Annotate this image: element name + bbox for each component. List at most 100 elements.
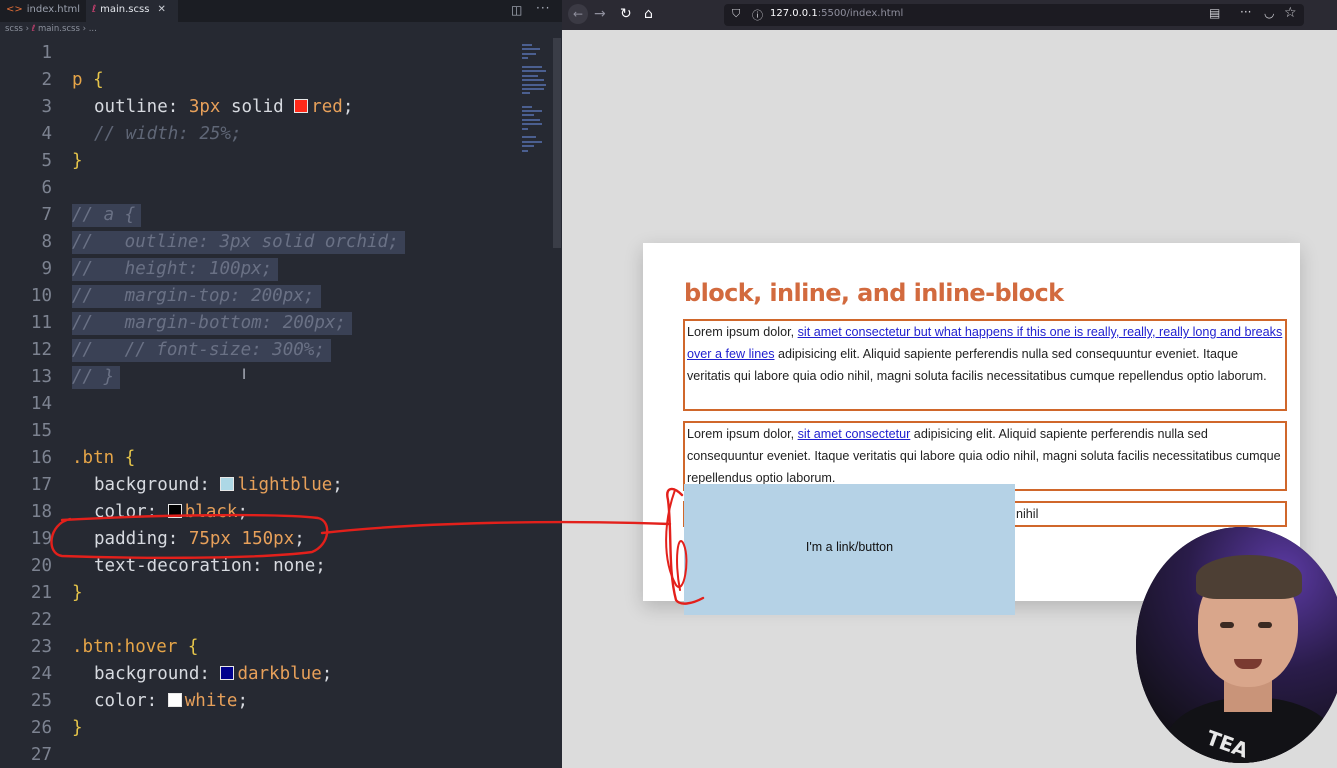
breadcrumb-file[interactable]: main.scss — [38, 24, 80, 34]
code-line[interactable]: 2 p { — [0, 67, 520, 94]
back-arrow-icon[interactable]: ← — [568, 4, 588, 24]
minimap[interactable] — [518, 38, 554, 168]
code-line[interactable]: 7 // a { — [0, 202, 520, 229]
breadcrumb-folder[interactable]: scss — [5, 24, 23, 34]
paragraph-text: Lorem ipsum dolor, — [687, 427, 798, 441]
line-number: 12 — [30, 340, 52, 360]
code-line[interactable]: 11 // margin-bottom: 200px; — [0, 310, 520, 337]
minimap-line — [522, 66, 542, 68]
color-swatch-icon[interactable] — [294, 99, 309, 113]
browser-toolbar: ← → ↻ ⌂ ⛉ ⓘ 127.0.0.1:5500/index.html ▤ … — [562, 0, 1337, 30]
code-editor[interactable]: <> index.html ℓ main.scss ✕ ◫ ··· scss › ℓ … — [0, 0, 562, 768]
forward-arrow-icon[interactable]: → — [594, 6, 606, 22]
presenter-eye — [1220, 622, 1234, 628]
line-number: 17 — [30, 475, 52, 495]
code-text: .btn:hover { — [72, 637, 199, 657]
info-icon[interactable]: ⓘ — [752, 7, 763, 23]
inline-link[interactable]: sit amet consectetur — [798, 427, 911, 441]
minimap-line — [522, 52, 536, 55]
minimap-line — [522, 123, 542, 126]
code-line[interactable]: 23 .btn:hover { — [0, 634, 520, 661]
reload-icon[interactable]: ↻ — [620, 6, 632, 22]
code-text: background: lightblue; — [94, 475, 343, 495]
minimap-line — [522, 44, 532, 46]
pocket-icon[interactable]: ◡ — [1264, 6, 1274, 20]
color-swatch-icon[interactable] — [220, 666, 235, 680]
code-line[interactable]: 24 background: darkblue; — [0, 661, 520, 688]
reader-view-icon[interactable]: ▤ — [1209, 6, 1220, 20]
line-number: 21 — [30, 583, 52, 603]
page-heading: block, inline, and inline-block — [684, 279, 1064, 307]
breadcrumb-tail[interactable]: ... — [89, 24, 97, 34]
color-swatch-icon[interactable] — [220, 477, 235, 491]
code-text: // margin-bottom: 200px; — [72, 313, 346, 333]
color-swatch-icon[interactable] — [167, 693, 182, 707]
code-text: // a { — [72, 205, 136, 225]
code-line[interactable]: 14 — [0, 391, 520, 418]
minimap-line — [522, 92, 530, 95]
code-text: text-decoration: none; — [94, 556, 326, 576]
line-number: 19 — [30, 529, 52, 549]
line-number: 14 — [30, 394, 52, 414]
code-line[interactable]: 5} — [0, 148, 520, 175]
minimap-line — [522, 118, 540, 121]
code-line[interactable]: 15 — [0, 418, 520, 445]
presenter-eye — [1258, 622, 1272, 628]
code-line[interactable]: 8 // outline: 3px solid orchid; — [0, 229, 520, 256]
code-line[interactable]: 10 // margin-top: 200px; — [0, 283, 520, 310]
line-number: 10 — [30, 286, 52, 306]
code-text: // // font-size: 300%; — [72, 340, 325, 360]
code-line[interactable]: 3 outline: 3px solid red; — [0, 94, 520, 121]
minimap-line — [522, 149, 528, 152]
code-line[interactable]: 6 — [0, 175, 520, 202]
editor-scrollbar[interactable] — [553, 38, 561, 248]
paragraph-text: nihil — [1016, 507, 1039, 521]
color-swatch-icon[interactable] — [167, 504, 182, 518]
sass-file-icon: ℓ — [31, 24, 36, 34]
code-line[interactable]: 20 text-decoration: none; — [0, 553, 520, 580]
line-number: 26 — [30, 718, 52, 738]
code-line[interactable]: 21} — [0, 580, 520, 607]
line-number: 2 — [41, 70, 52, 90]
code-text: // margin-top: 200px; — [72, 286, 315, 306]
code-line[interactable]: 9 // height: 100px; — [0, 256, 520, 283]
code-line[interactable]: 12 // // font-size: 300%; — [0, 337, 520, 364]
minimap-line — [522, 145, 534, 148]
close-icon[interactable]: ✕ — [157, 4, 165, 15]
url-host: 127.0.0.1 — [770, 8, 818, 19]
html-file-icon: <> — [6, 4, 23, 15]
code-line[interactable]: 27 — [0, 742, 520, 768]
code-line[interactable]: 19 padding: 75px 150px; — [0, 526, 520, 553]
line-number: 15 — [30, 421, 52, 441]
line-number: 16 — [30, 448, 52, 468]
code-line[interactable]: 26} — [0, 715, 520, 742]
code-text: } — [72, 718, 83, 738]
shield-icon[interactable]: ⛉ — [732, 7, 740, 21]
code-line[interactable]: 13 // } — [0, 364, 520, 391]
tab-main-scss[interactable]: ℓ main.scss ✕ — [86, 0, 178, 22]
code-line[interactable]: 18 color: black; — [0, 499, 520, 526]
code-text: background: darkblue; — [94, 664, 333, 684]
code-line[interactable]: 1 — [0, 40, 520, 67]
url-text[interactable]: 127.0.0.1:5500/index.html — [770, 8, 903, 19]
tab-label: index.html — [26, 4, 81, 15]
tab-index-html[interactable]: <> index.html — [0, 0, 82, 22]
link-button[interactable]: I'm a link/button — [684, 484, 1015, 615]
code-line[interactable]: 4 // width: 25%; — [0, 121, 520, 148]
line-number: 20 — [30, 556, 52, 576]
code-line[interactable]: 17 background: lightblue; — [0, 472, 520, 499]
code-text: // outline: 3px solid orchid; — [72, 232, 399, 252]
code-text: // } — [72, 367, 115, 387]
home-icon[interactable]: ⌂ — [644, 6, 653, 22]
code-text: .btn { — [72, 448, 136, 468]
more-actions-icon[interactable]: ··· — [536, 1, 550, 15]
code-line[interactable]: 25 color: white; — [0, 688, 520, 715]
code-line[interactable]: 16 .btn { — [0, 445, 520, 472]
code-line[interactable]: 22 — [0, 607, 520, 634]
bookmark-star-icon[interactable]: ☆ — [1284, 5, 1297, 21]
minimap-line — [522, 127, 528, 130]
split-editor-icon[interactable]: ◫ — [511, 3, 522, 17]
text-cursor-icon: I — [242, 367, 247, 383]
more-icon[interactable]: ··· — [1240, 5, 1251, 19]
url-bar[interactable]: ⛉ ⓘ 127.0.0.1:5500/index.html ▤ ··· ◡ ☆ — [724, 4, 1304, 26]
